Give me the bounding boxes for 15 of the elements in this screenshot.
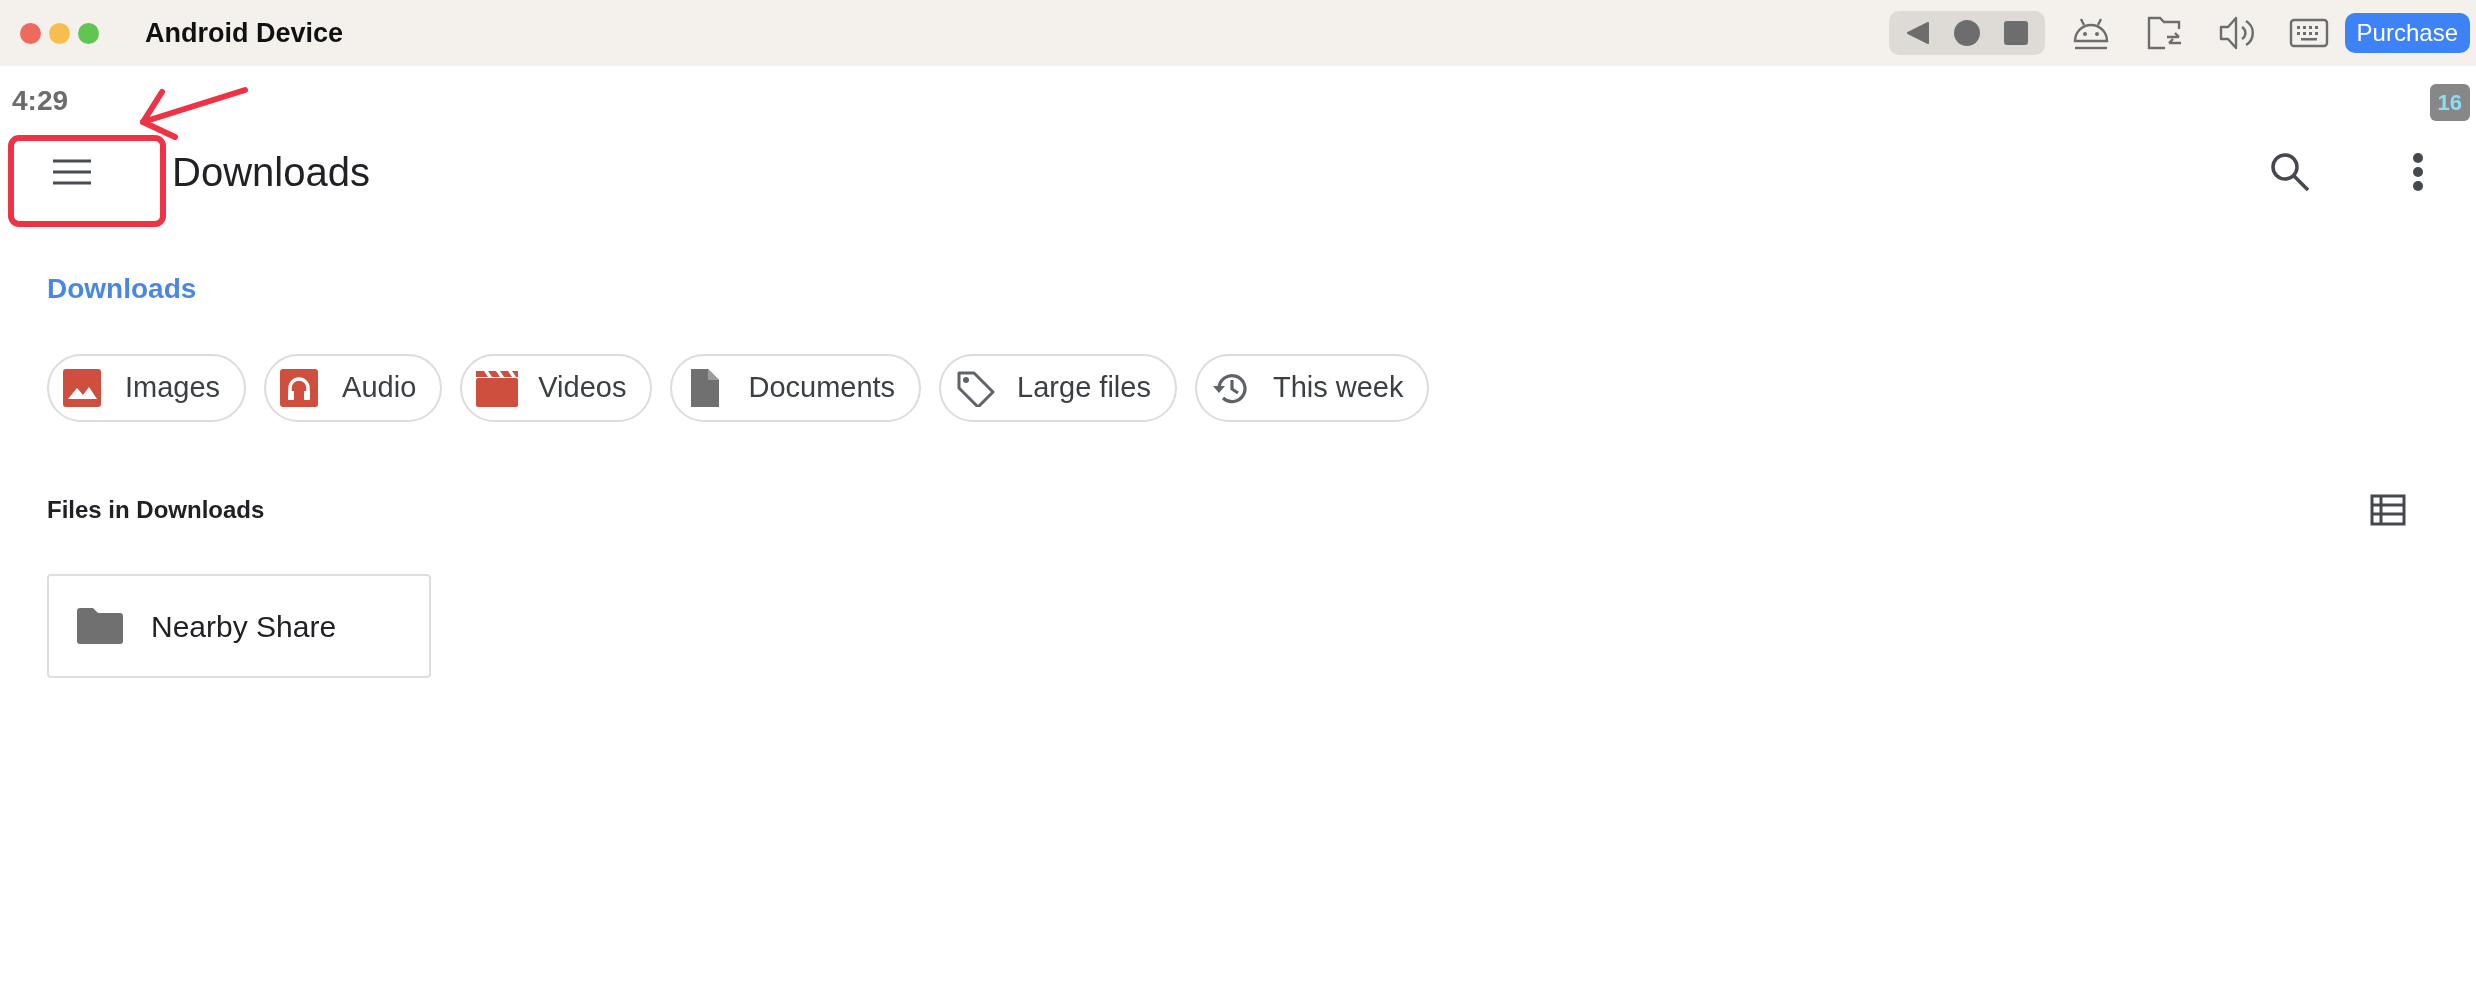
- file-name: Nearby Share: [151, 608, 337, 645]
- app-title: Downloads: [172, 149, 370, 196]
- count-badge: 16: [2429, 84, 2470, 121]
- filter-chip[interactable]: Images: [47, 354, 247, 422]
- filter-chip[interactable]: Large files: [939, 354, 1177, 422]
- filter-chip[interactable]: This week: [1194, 354, 1430, 422]
- filter-chip[interactable]: Videos: [460, 354, 653, 422]
- filter-chip[interactable]: Audio: [264, 354, 443, 422]
- folder-item[interactable]: Nearby Share: [47, 574, 431, 678]
- filter-chip[interactable]: Documents: [670, 354, 922, 422]
- status-time: 4:29: [12, 84, 69, 118]
- section-title: Files in Downloads: [47, 495, 265, 525]
- breadcrumb-link[interactable]: Downloads: [47, 273, 197, 304]
- purchase-button[interactable]: Purchase: [2344, 13, 2470, 53]
- window-title: Android Device: [145, 16, 344, 50]
